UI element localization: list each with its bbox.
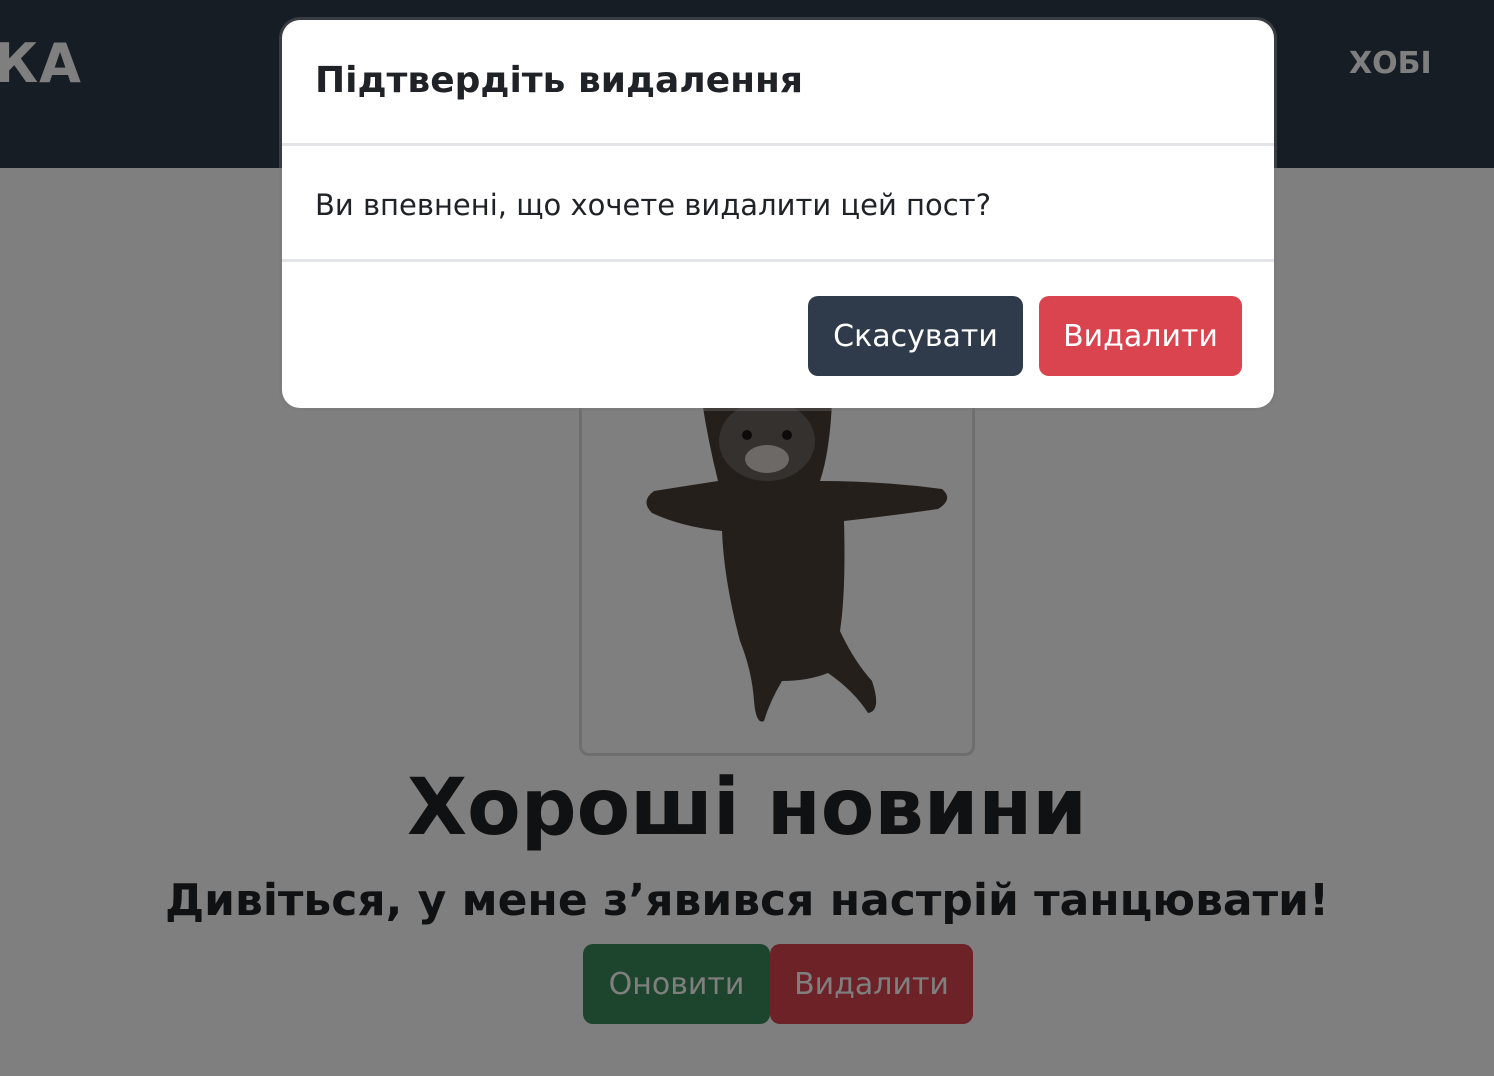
modal-body: Ви впевнені, що хочете видалити цей пост… — [282, 146, 1274, 262]
page: КА ХОБІ Хороші новини Дивіться, у мене з… — [0, 0, 1494, 1076]
modal-title: Підтвердіть видалення — [315, 60, 803, 101]
modal-footer: Скасувати Видалити — [282, 262, 1274, 408]
confirm-delete-modal: Підтвердіть видалення Ви впевнені, що хо… — [282, 20, 1274, 408]
modal-message: Ви впевнені, що хочете видалити цей пост… — [315, 188, 991, 222]
confirm-delete-button[interactable]: Видалити — [1039, 296, 1242, 376]
modal-header: Підтвердіть видалення — [282, 20, 1274, 146]
cancel-button[interactable]: Скасувати — [808, 296, 1023, 376]
